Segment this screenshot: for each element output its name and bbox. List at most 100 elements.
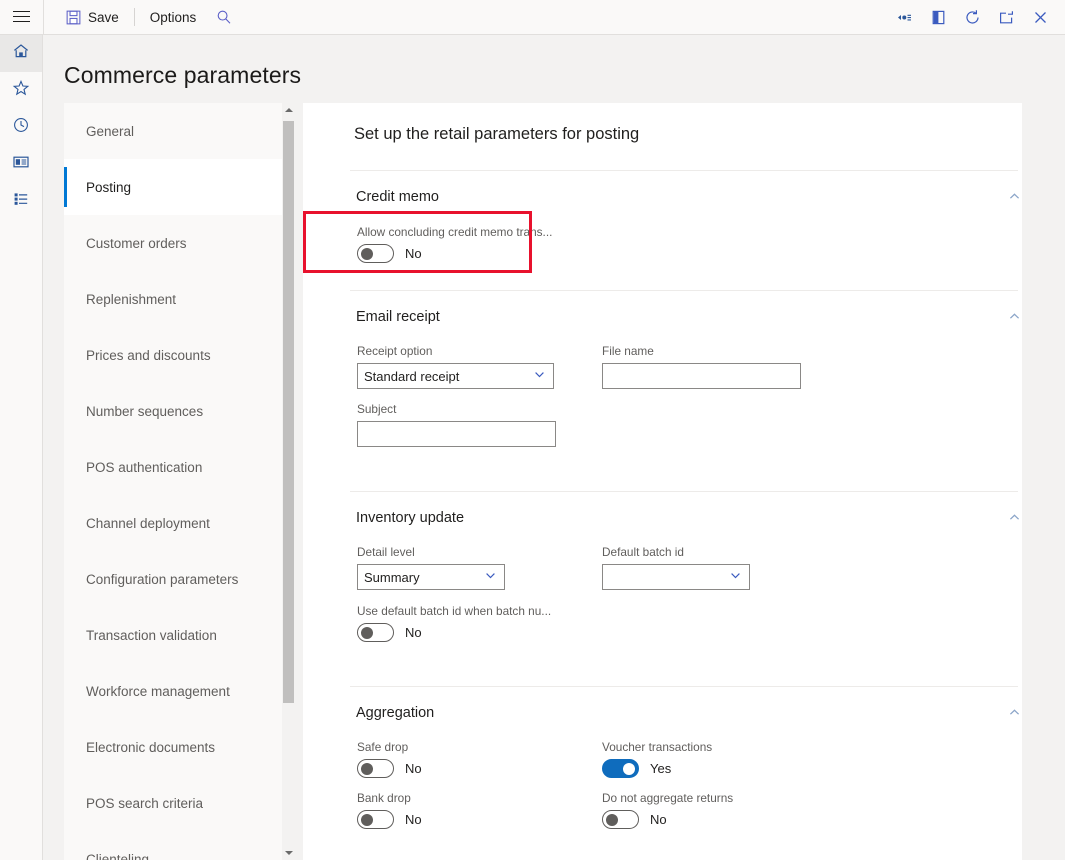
search-button[interactable] <box>206 0 242 34</box>
section-header-credit-memo[interactable]: Credit memo <box>303 171 1065 205</box>
sidebar-item-label: Workforce management <box>86 683 230 699</box>
aggregation-row-1: Safe drop No Voucher transactions Yes <box>357 740 1065 778</box>
subject-input[interactable] <box>357 421 556 447</box>
do-not-aggregate-returns-label: Do not aggregate returns <box>602 791 734 805</box>
subject-label: Subject <box>357 402 397 416</box>
section-body-credit-memo: Allow concluding credit memo trans... No <box>303 205 1065 280</box>
rail-item-recent[interactable] <box>0 109 42 146</box>
save-button[interactable]: Save <box>56 0 129 34</box>
receipt-option-label: Receipt option <box>357 344 433 358</box>
bank-drop-toggle[interactable] <box>357 810 394 829</box>
save-label: Save <box>88 9 119 25</box>
bank-drop-field: Bank drop No <box>357 791 602 829</box>
hamburger-icon[interactable] <box>0 0 43 34</box>
save-icon <box>66 10 81 25</box>
sidebar-item-pos-search-criteria[interactable]: POS search criteria <box>64 775 282 831</box>
sidebar-item-list: General Posting Customer orders Replenis… <box>64 103 282 860</box>
bank-drop-toggle-row: No <box>357 810 602 829</box>
sidebar-item-clienteling[interactable]: Clienteling <box>64 831 282 860</box>
sidebar-item-electronic-documents[interactable]: Electronic documents <box>64 719 282 775</box>
popout-icon[interactable] <box>989 0 1023 34</box>
safe-drop-toggle[interactable] <box>357 759 394 778</box>
rail-item-home[interactable] <box>0 35 42 72</box>
refresh-icon[interactable] <box>955 0 989 34</box>
sidebar-item-label: General <box>86 123 135 139</box>
detail-level-value: Summary <box>364 569 420 585</box>
voucher-transactions-value: Yes <box>650 761 672 776</box>
sidebar-item-workforce-management[interactable]: Workforce management <box>64 663 282 719</box>
section-body-aggregation: Safe drop No Voucher transactions Yes Ba… <box>303 721 1065 847</box>
file-name-label: File name <box>602 344 654 358</box>
allow-concluding-credit-memo-value: No <box>405 246 422 261</box>
sidebar-item-pos-authentication[interactable]: POS authentication <box>64 439 282 495</box>
section-title: Inventory update <box>356 509 465 526</box>
rail-item-favorites[interactable] <box>0 72 42 109</box>
section-title: Email receipt <box>356 308 440 325</box>
chevron-up-icon[interactable] <box>1006 188 1023 205</box>
allow-concluding-credit-memo-toggle[interactable] <box>357 244 394 263</box>
aggregation-row-2: Bank drop No Do not aggregate returns No <box>357 791 1065 829</box>
scroll-up-arrow-icon[interactable] <box>282 103 295 117</box>
options-button[interactable]: Options <box>140 0 207 34</box>
filter-sync-icon[interactable] <box>887 0 921 34</box>
section-header-aggregation[interactable]: Aggregation <box>303 687 1065 721</box>
modules-list-icon <box>12 190 30 213</box>
scroll-down-arrow-icon[interactable] <box>282 846 295 860</box>
content-inner: Set up the retail parameters for posting… <box>303 103 1065 860</box>
allow-concluding-credit-memo-label: Allow concluding credit memo trans... <box>357 225 553 239</box>
sidebar-item-configuration-parameters[interactable]: Configuration parameters <box>64 551 282 607</box>
do-not-aggregate-returns-toggle[interactable] <box>602 810 639 829</box>
app-root: Save Options Commerce parameters General… <box>0 0 1065 860</box>
receipt-option-field: Receipt option Standard receipt <box>357 344 602 389</box>
detail-level-select[interactable]: Summary <box>357 564 505 590</box>
file-name-field: File name <box>602 344 862 389</box>
sidebar-item-label: Transaction validation <box>86 627 217 643</box>
detail-level-field: Detail level Summary <box>357 545 602 590</box>
sidebar-item-general[interactable]: General <box>64 103 282 159</box>
voucher-transactions-toggle[interactable] <box>602 759 639 778</box>
sidebar-item-number-sequences[interactable]: Number sequences <box>64 383 282 439</box>
do-not-aggregate-returns-field: Do not aggregate returns No <box>602 791 862 829</box>
voucher-transactions-toggle-row: Yes <box>602 759 862 778</box>
receipt-option-select[interactable]: Standard receipt <box>357 363 554 389</box>
sidebar-item-replenishment[interactable]: Replenishment <box>64 271 282 327</box>
options-label: Options <box>149 9 197 25</box>
sidebar-item-customer-orders[interactable]: Customer orders <box>64 215 282 271</box>
safe-drop-label: Safe drop <box>357 740 409 754</box>
sidebar-item-label: Customer orders <box>86 235 187 251</box>
use-default-batch-field: Use default batch id when batch nu... No <box>357 604 1065 642</box>
help-panel-icon[interactable] <box>921 0 955 34</box>
section-body-email-receipt: Receipt option Standard receipt File nam… <box>303 325 1065 465</box>
rail-item-workspaces[interactable] <box>0 146 42 183</box>
default-batch-id-label: Default batch id <box>602 545 684 559</box>
use-default-batch-value: No <box>405 625 422 640</box>
sidebar-scroll-thumb[interactable] <box>283 121 294 703</box>
section-header-inventory-update[interactable]: Inventory update <box>303 492 1065 526</box>
rail-item-modules[interactable] <box>0 183 42 220</box>
safe-drop-toggle-row: No <box>357 759 602 778</box>
chevron-up-icon[interactable] <box>1006 308 1023 325</box>
safe-drop-field: Safe drop No <box>357 740 602 778</box>
default-batch-id-select[interactable] <box>602 564 750 590</box>
use-default-batch-toggle[interactable] <box>357 623 394 642</box>
right-gutter <box>1022 35 1065 860</box>
email-receipt-row-1: Receipt option Standard receipt File nam… <box>357 344 1065 389</box>
sidebar-scrollbar[interactable] <box>282 103 295 860</box>
section-credit-memo: Credit memo Allow concluding credit memo… <box>303 171 1065 291</box>
chevron-up-icon[interactable] <box>1006 704 1023 721</box>
file-name-input[interactable] <box>602 363 801 389</box>
sidebar-item-posting[interactable]: Posting <box>64 159 282 215</box>
sidebar-item-transaction-validation[interactable]: Transaction validation <box>64 607 282 663</box>
section-header-email-receipt[interactable]: Email receipt <box>303 291 1065 325</box>
allow-concluding-credit-memo-toggle-row: No <box>357 244 1065 263</box>
default-batch-id-field: Default batch id <box>602 545 862 590</box>
command-bar-items: Save Options <box>44 0 242 34</box>
sidebar-item-label: Number sequences <box>86 403 204 419</box>
sidebar-item-prices-and-discounts[interactable]: Prices and discounts <box>64 327 282 383</box>
chevron-up-icon[interactable] <box>1006 509 1023 526</box>
close-icon[interactable] <box>1023 0 1057 34</box>
section-title: Credit memo <box>356 188 439 205</box>
sidebar-item-channel-deployment[interactable]: Channel deployment <box>64 495 282 551</box>
subject-field: Subject <box>357 402 602 447</box>
section-body-inventory-update: Detail level Summary Default batch id Us… <box>303 526 1065 660</box>
